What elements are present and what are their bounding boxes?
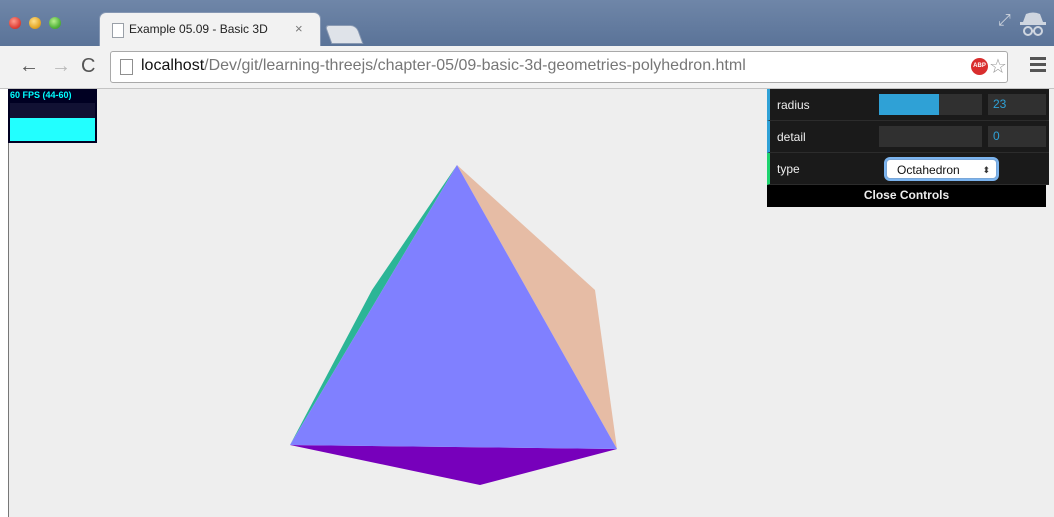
detail-slider[interactable] (879, 126, 982, 147)
type-select[interactable]: Octahedron ⬍ (886, 159, 997, 179)
radius-input[interactable]: 23 (988, 94, 1046, 115)
close-controls-button[interactable]: Close Controls (767, 185, 1046, 207)
detail-input[interactable]: 0 (988, 126, 1046, 147)
detail-label: detail (777, 130, 806, 144)
select-caret-icon: ⬍ (982, 165, 990, 175)
radius-slider[interactable] (879, 94, 982, 115)
radius-control: radius 23 (767, 89, 1049, 121)
radius-label: radius (777, 98, 810, 112)
type-label: type (777, 162, 800, 176)
detail-control: detail 0 (767, 121, 1049, 153)
octahedron-render (290, 165, 617, 485)
radius-slider-fill (879, 94, 939, 115)
fps-graph-fill (10, 118, 95, 141)
type-control: type Octahedron ⬍ (767, 153, 1049, 185)
octahedron-face-bottom (290, 445, 617, 485)
fps-stats-panel[interactable]: 60 FPS (44-60) (8, 89, 97, 143)
controls-panel: radius 23 detail 0 type Octahedron ⬍ Clo… (767, 89, 1049, 207)
fps-text: 60 FPS (44-60) (10, 90, 72, 100)
